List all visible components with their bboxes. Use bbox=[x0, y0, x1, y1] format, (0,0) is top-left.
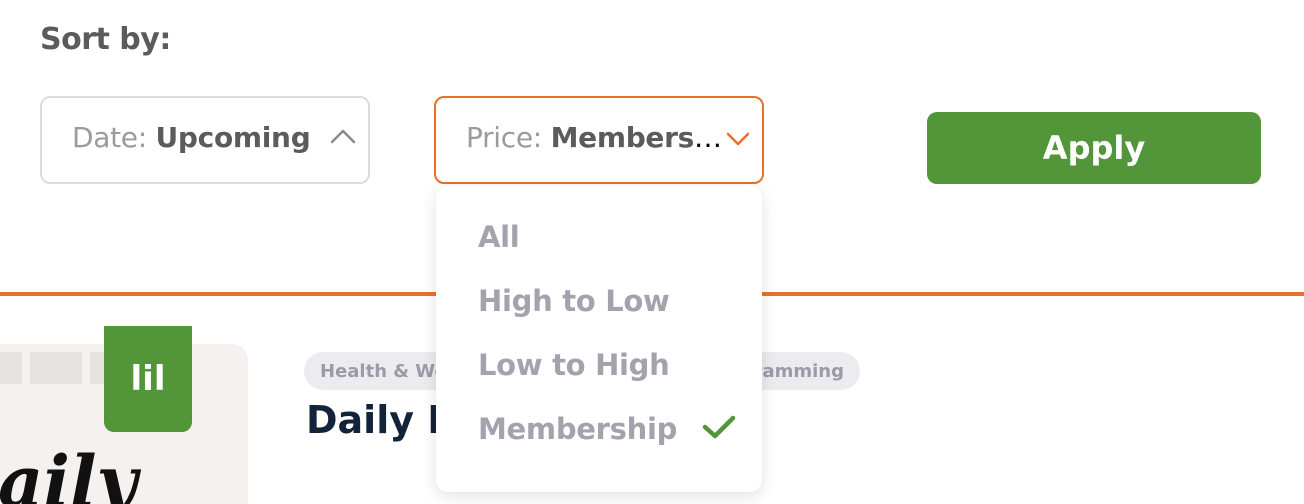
brand-logo-badge: lil bbox=[104, 326, 192, 432]
date-select-text: Date: Upcoming bbox=[72, 121, 311, 154]
price-sort-select[interactable]: Price: Membersh… bbox=[434, 96, 764, 184]
price-dropdown-menu: All High to Low Low to High Membership bbox=[436, 186, 762, 492]
page: Sort by: Date: Upcoming Price: Membersh…… bbox=[0, 0, 1304, 504]
category-tag[interactable]: Health & Wel bbox=[304, 352, 454, 390]
chevron-down-icon bbox=[726, 132, 750, 146]
price-select-text: Price: Membersh… bbox=[466, 121, 731, 154]
price-option-membership[interactable]: Membership bbox=[478, 412, 677, 446]
date-select-key: Date: bbox=[72, 121, 147, 154]
thumbnail-script-text: aily bbox=[0, 440, 138, 504]
sort-by-label: Sort by: bbox=[40, 22, 171, 57]
price-select-key: Price: bbox=[466, 121, 542, 154]
chevron-up-icon bbox=[330, 129, 356, 144]
price-select-value: Membersh… bbox=[550, 121, 731, 154]
date-select-value: Upcoming bbox=[155, 121, 311, 154]
thumbnail-window bbox=[90, 352, 104, 384]
thumbnail-window bbox=[0, 352, 22, 384]
date-sort-select[interactable]: Date: Upcoming bbox=[40, 96, 370, 184]
apply-button[interactable]: Apply bbox=[927, 112, 1261, 184]
check-icon bbox=[702, 415, 736, 439]
thumbnail-window bbox=[30, 352, 82, 384]
price-option-low-to-high[interactable]: Low to High bbox=[478, 348, 670, 382]
price-option-all[interactable]: All bbox=[478, 220, 520, 254]
price-option-high-to-low[interactable]: High to Low bbox=[478, 284, 670, 318]
